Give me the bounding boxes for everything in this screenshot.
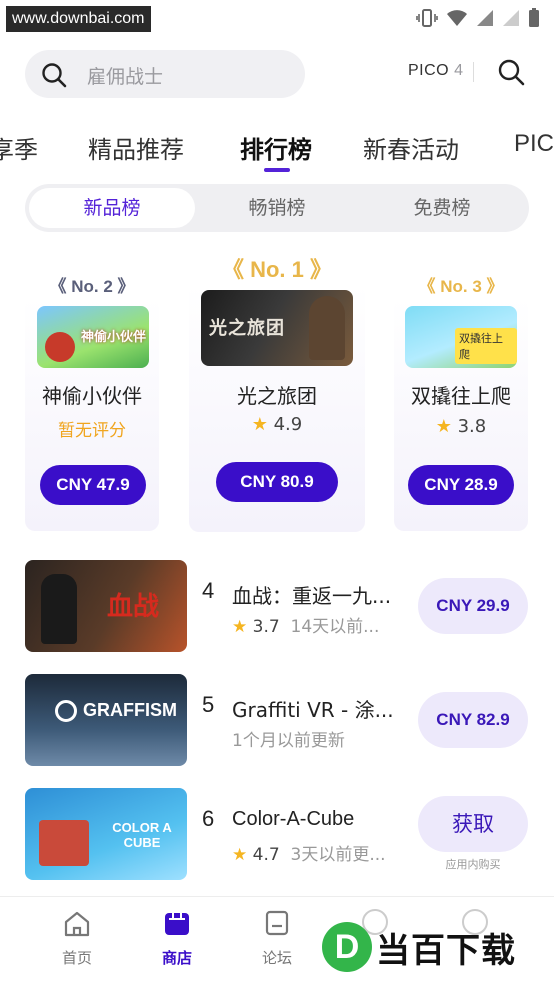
thumb-title: GRAFFISM xyxy=(83,700,177,720)
game-name: 光之旅团 xyxy=(237,384,317,408)
podium-card-2[interactable]: 神偷小伙伴 神偷小伙伴 暂无评分 CNY 47.9 xyxy=(25,298,159,531)
ranking-segment: 新品榜 畅销榜 免费榜 xyxy=(25,184,529,232)
star-icon: ★ xyxy=(251,414,268,435)
store-icon xyxy=(165,913,189,935)
game-meta: ★ 3.7 14天以前... xyxy=(232,617,380,637)
thumb-title: 光之旅团 xyxy=(209,318,285,339)
star-icon: ★ xyxy=(435,416,452,437)
game-meta: ★ 4.7 3天以前更... xyxy=(232,845,386,865)
game-name: 双撬往上爬 xyxy=(411,384,511,408)
pico-device-selector[interactable]: PICO 4 xyxy=(408,62,463,80)
thumb-title: COLOR A CUBE xyxy=(112,820,172,850)
game-name: Color-A-Cube xyxy=(232,808,355,830)
game-thumbnail: 双撬往上爬 xyxy=(405,306,517,368)
list-item[interactable]: COLOR A CUBE 6 Color-A-Cube ★ 4.7 3天以前更.… xyxy=(0,788,554,888)
price-button[interactable]: CNY 29.9 xyxy=(418,578,528,634)
segment-bestseller[interactable]: 畅销榜 xyxy=(194,188,360,228)
character-shape xyxy=(309,296,345,360)
get-button[interactable]: 获取 xyxy=(418,796,528,852)
signal-empty-icon xyxy=(503,10,519,26)
star-icon: ★ xyxy=(232,845,248,865)
game-thumbnail: COLOR A CUBE xyxy=(25,788,187,880)
wifi-icon xyxy=(447,10,467,26)
in-app-purchase-note: 应用内购买 xyxy=(445,858,501,871)
nav-forum[interactable]: 论坛 xyxy=(237,909,317,968)
game-thumbnail: GRAFFISM xyxy=(25,674,187,766)
forum-icon xyxy=(265,910,289,936)
game-name: 血战：重返一九... xyxy=(232,584,392,608)
rank-number: 6 xyxy=(202,806,215,831)
price-button[interactable]: CNY 82.9 xyxy=(418,692,528,748)
watermark-logo-letter: D xyxy=(322,922,372,972)
thumb-title: 血战 xyxy=(107,592,160,622)
tab-pico[interactable]: PIC xyxy=(514,130,554,158)
divider xyxy=(473,62,474,82)
vibrate-icon xyxy=(416,9,438,27)
battery-icon xyxy=(529,8,539,27)
game-thumbnail: 神偷小伙伴 xyxy=(37,306,149,368)
status-bar: www.downbai.com xyxy=(0,0,554,36)
podium-card-1[interactable]: 光之旅团 光之旅团 ★ 4.9 CNY 80.9 xyxy=(189,284,365,532)
podium-card-3[interactable]: 双撬往上爬 双撬往上爬 ★ 3.8 CNY 28.9 xyxy=(394,298,528,531)
price-button[interactable]: CNY 28.9 xyxy=(408,465,514,505)
pico-label: PICO xyxy=(408,62,450,79)
character-shape xyxy=(45,332,75,362)
search-input[interactable]: 雇佣战士 xyxy=(25,50,305,98)
tab-featured[interactable]: 精品推荐 xyxy=(88,130,184,165)
signal-icon xyxy=(477,10,493,26)
thumb-title: 神偷小伙伴 xyxy=(81,330,147,345)
segment-new[interactable]: 新品榜 xyxy=(29,188,195,228)
nav-store[interactable]: 商店 xyxy=(137,909,217,968)
main-tabs: 享季 精品推荐 排行榜 新春活动 PIC xyxy=(0,120,554,176)
character-shape xyxy=(41,574,77,644)
home-icon xyxy=(64,911,90,937)
tab-spring-event[interactable]: 新春活动 xyxy=(363,130,459,165)
pico-number: 4 xyxy=(454,62,464,79)
tab-indicator xyxy=(264,168,290,172)
rank-badge-2: 《 No. 2 》 xyxy=(49,277,135,296)
search-placeholder: 雇佣战士 xyxy=(87,66,164,88)
status-icons xyxy=(416,8,540,28)
list-item[interactable]: 血战 4 血战：重返一九... ★ 3.7 14天以前... CNY 29.9 xyxy=(0,560,554,660)
search-button-icon[interactable] xyxy=(497,58,525,86)
list-item[interactable]: GRAFFISM 5 Graffiti VR - 涂... 1个月以前更新 CN… xyxy=(0,674,554,774)
game-meta: 1个月以前更新 xyxy=(232,731,345,751)
tab-season[interactable]: 享季 xyxy=(0,130,38,165)
game-thumbnail: 光之旅团 xyxy=(201,290,353,366)
search-icon xyxy=(42,63,67,88)
watermark-logo: D 当百下载 xyxy=(322,922,516,972)
game-rating: ★ 3.8 xyxy=(435,416,487,437)
thumb-title: 双撬往上爬 xyxy=(455,328,517,364)
price-button[interactable]: CNY 47.9 xyxy=(40,465,146,505)
star-icon: ★ xyxy=(232,617,248,637)
watermark-logo-text: 当百下载 xyxy=(376,930,516,971)
no-rating-text: 暂无评分 xyxy=(58,421,126,441)
rank-badge-3: 《 No. 3 》 xyxy=(418,277,504,296)
watermark-url: www.downbai.com xyxy=(6,6,151,32)
rank-badge-1: 《 No. 1 》 xyxy=(221,257,333,282)
tab-rankings[interactable]: 排行榜 xyxy=(240,130,312,165)
game-name: Graffiti VR - 涂... xyxy=(232,698,394,722)
nav-home[interactable]: 首页 xyxy=(37,909,117,968)
logo-shape xyxy=(55,700,77,722)
price-button[interactable]: CNY 80.9 xyxy=(216,462,338,502)
segment-free[interactable]: 免费榜 xyxy=(359,188,525,228)
game-rating: ★ 4.9 xyxy=(251,414,303,435)
house-shape xyxy=(39,820,89,866)
game-thumbnail: 血战 xyxy=(25,560,187,652)
rank-number: 4 xyxy=(202,578,215,603)
rank-number: 5 xyxy=(202,692,215,717)
game-name: 神偷小伙伴 xyxy=(42,384,142,408)
